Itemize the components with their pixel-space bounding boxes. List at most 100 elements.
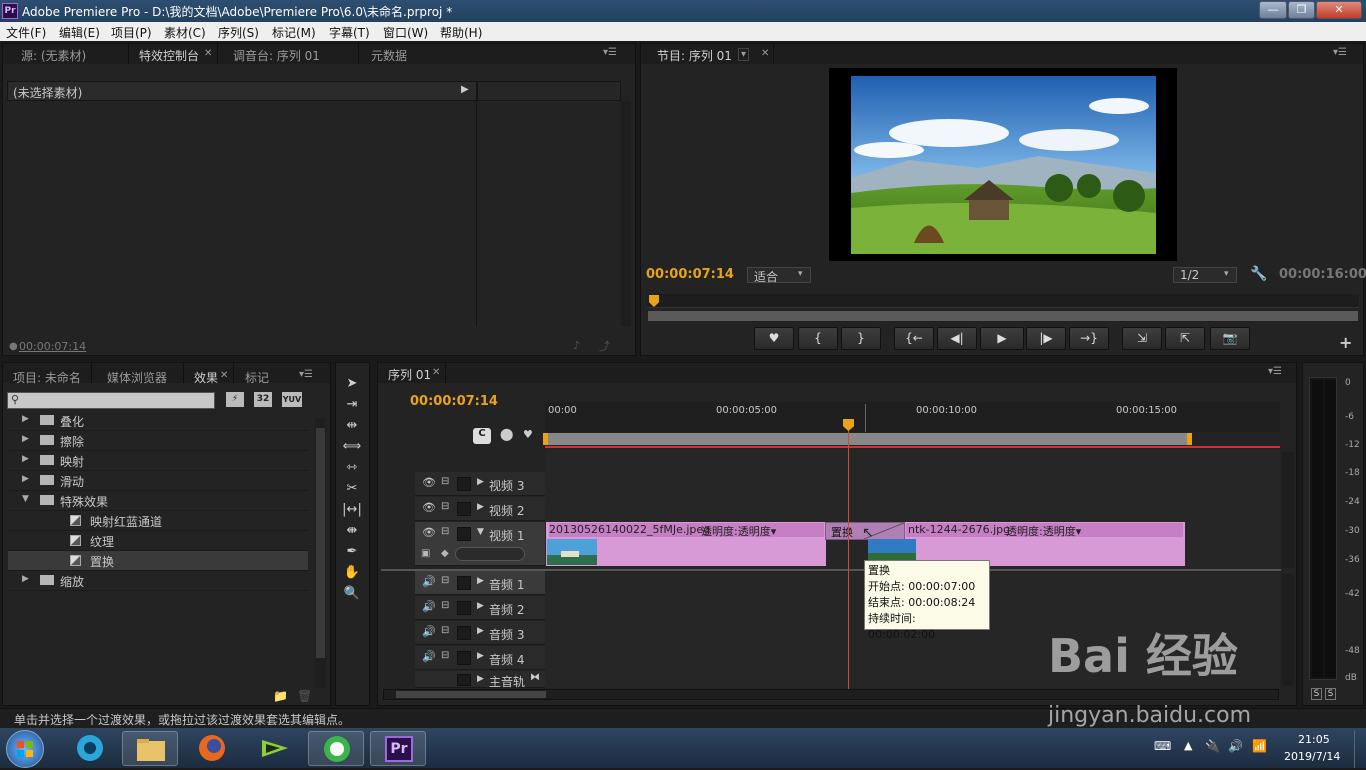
clock-date[interactable]: 2019/7/14: [1284, 750, 1340, 763]
display-style-icon[interactable]: ▣: [421, 548, 430, 559]
selection-tool-icon[interactable]: ➤: [340, 375, 364, 393]
accelerated-effects-icon[interactable]: ⚡: [226, 392, 244, 407]
clock-time[interactable]: 21:05: [1298, 733, 1330, 746]
timeline-horizontal-scrollbar[interactable]: [383, 689, 1279, 700]
sync-lock-icon[interactable]: ⊟: [441, 625, 449, 636]
zoom-tool-icon[interactable]: 🔍: [340, 585, 364, 603]
media-player-icon[interactable]: [62, 731, 118, 766]
volume-icon[interactable]: 🔊: [1228, 739, 1243, 753]
maximize-button[interactable]: ❐: [1288, 1, 1315, 19]
track-audio-2[interactable]: 🔊 ⊟ ▶ 音频 2: [415, 596, 545, 620]
razor-tool-icon[interactable]: ✂: [340, 480, 364, 498]
play-button[interactable]: ▶: [980, 327, 1024, 350]
wrench-icon[interactable]: 🔧: [1250, 266, 1267, 282]
expand-icon[interactable]: ▶: [477, 477, 484, 487]
lock-toggle[interactable]: [457, 601, 471, 615]
export-frame-button[interactable]: 📷: [1210, 327, 1250, 350]
tab-audio-mixer[interactable]: 调音台: 序列 01: [233, 47, 320, 64]
set-marker-icon[interactable]: ⬤: [500, 427, 513, 441]
work-area-start[interactable]: [543, 433, 548, 445]
effect-item[interactable]: 映射红蓝通道: [8, 511, 308, 531]
effects-search-box[interactable]: ⚲: [7, 392, 215, 409]
solo-right-button[interactable]: S: [1325, 688, 1336, 700]
lock-toggle[interactable]: [457, 576, 471, 590]
speaker-icon[interactable]: 🔊: [422, 650, 436, 663]
slip-tool-icon[interactable]: |↔|: [340, 501, 364, 519]
firefox-icon[interactable]: [184, 731, 240, 766]
tab-sequence[interactable]: 序列 01: [388, 366, 431, 383]
track-master[interactable]: ▶ 主音轨: [415, 671, 545, 689]
tab-project[interactable]: 项目: 未命名: [13, 369, 81, 386]
browser-icon[interactable]: [308, 731, 364, 766]
program-timecode[interactable]: 00:00:07:14: [646, 267, 734, 282]
ripple-edit-tool-icon[interactable]: ⇹: [340, 417, 364, 435]
sync-lock-icon[interactable]: ⊟: [441, 600, 449, 611]
menu-clip[interactable]: 素材(C): [164, 24, 206, 41]
tab-metadata[interactable]: 元数据: [371, 47, 407, 64]
expand-icon[interactable]: ▶: [477, 674, 484, 684]
minimize-button[interactable]: —: [1259, 1, 1287, 19]
eye-icon[interactable]: 👁: [422, 501, 436, 514]
rate-stretch-tool-icon[interactable]: ⇿: [340, 459, 364, 477]
start-button[interactable]: [6, 730, 44, 768]
expand-icon[interactable]: ▶: [22, 414, 29, 424]
track-audio-1[interactable]: 🔊 ⊟ ▶ 音频 1: [415, 571, 545, 595]
collapse-icon[interactable]: ▼: [22, 494, 29, 504]
chevron-down-icon[interactable]: ▾: [738, 48, 750, 61]
close-icon[interactable]: ✕: [220, 370, 228, 381]
go-to-in-button[interactable]: {←: [894, 327, 934, 350]
trash-icon[interactable]: 🗑: [297, 689, 312, 703]
expand-icon[interactable]: ▶: [477, 626, 484, 636]
tab-media-browser[interactable]: 媒体浏览器: [107, 369, 167, 386]
work-area-bar[interactable]: [545, 433, 1190, 445]
pen-tool-icon[interactable]: ✒: [340, 543, 364, 561]
expand-icon[interactable]: ▶: [477, 576, 484, 586]
show-desktop-button[interactable]: [1354, 730, 1366, 768]
work-area-end[interactable]: [1187, 433, 1192, 445]
effects-folder-item[interactable]: ▶ 擦除: [8, 431, 308, 451]
video-clip[interactable]: 20130526140022_5fMJe.jpeg 透明度:透明度▾: [546, 522, 826, 566]
expand-icon[interactable]: ▶: [22, 434, 29, 444]
panel-menu-icon[interactable]: ▾☰: [299, 369, 313, 380]
file-explorer-icon[interactable]: [122, 731, 178, 766]
menu-file[interactable]: 文件(F): [6, 24, 46, 41]
resolution-dropdown[interactable]: 1/2 ▾: [1173, 267, 1237, 283]
extract-button[interactable]: ⇱: [1165, 327, 1205, 350]
yuv-effects-icon[interactable]: YUV: [282, 392, 302, 407]
tab-program[interactable]: 节目: 序列 01: [657, 47, 732, 64]
track-video-3[interactable]: 👁 ⊟ ▶ 视频 3: [415, 472, 545, 496]
add-marker-icon[interactable]: ♥: [523, 428, 533, 441]
snap-icon[interactable]: C: [473, 428, 491, 444]
menu-sequence[interactable]: 序列(S): [218, 24, 259, 41]
lock-toggle[interactable]: [457, 527, 471, 541]
effects-folder-item[interactable]: ▶ 叠化: [8, 411, 308, 431]
close-icon[interactable]: ✕: [432, 367, 440, 378]
slide-tool-icon[interactable]: ⇼: [340, 522, 364, 540]
scrubber-track[interactable]: [647, 294, 1359, 308]
32bit-effects-icon[interactable]: 32: [254, 392, 272, 407]
panel-menu-icon[interactable]: ▾☰: [603, 47, 617, 58]
sync-lock-icon[interactable]: ⊟: [441, 650, 449, 661]
expand-icon[interactable]: ▶: [477, 502, 484, 512]
effects-scrollbar[interactable]: [315, 418, 326, 688]
fit-dropdown[interactable]: 适合 ▾: [747, 267, 811, 284]
speaker-icon[interactable]: 🔊: [422, 625, 436, 638]
tray-arrow-icon[interactable]: ▲: [1184, 739, 1192, 752]
track-audio-4[interactable]: 🔊 ⊟ ▶ 音频 4: [415, 646, 545, 670]
lock-toggle[interactable]: [457, 651, 471, 665]
zoom-scrollbar[interactable]: [647, 310, 1359, 322]
rolling-edit-tool-icon[interactable]: ⟺: [340, 438, 364, 456]
tab-markers[interactable]: 标记: [245, 369, 269, 386]
clip-fx[interactable]: 透明度:透明度▾: [1006, 523, 1081, 539]
lock-toggle[interactable]: [457, 502, 471, 516]
video-app-icon[interactable]: [246, 731, 302, 766]
lift-button[interactable]: ⇲: [1122, 327, 1162, 350]
effects-folder-item[interactable]: ▶ 滑动: [8, 471, 308, 491]
scrollbar[interactable]: [621, 101, 631, 326]
close-icon[interactable]: ✕: [761, 48, 769, 59]
audio-scrollbar[interactable]: [1282, 574, 1294, 686]
sync-lock-icon[interactable]: ⊟: [441, 575, 449, 586]
menu-edit[interactable]: 编辑(E): [59, 24, 100, 41]
eye-icon[interactable]: 👁: [422, 526, 436, 539]
speaker-icon[interactable]: 🔊: [422, 575, 436, 588]
